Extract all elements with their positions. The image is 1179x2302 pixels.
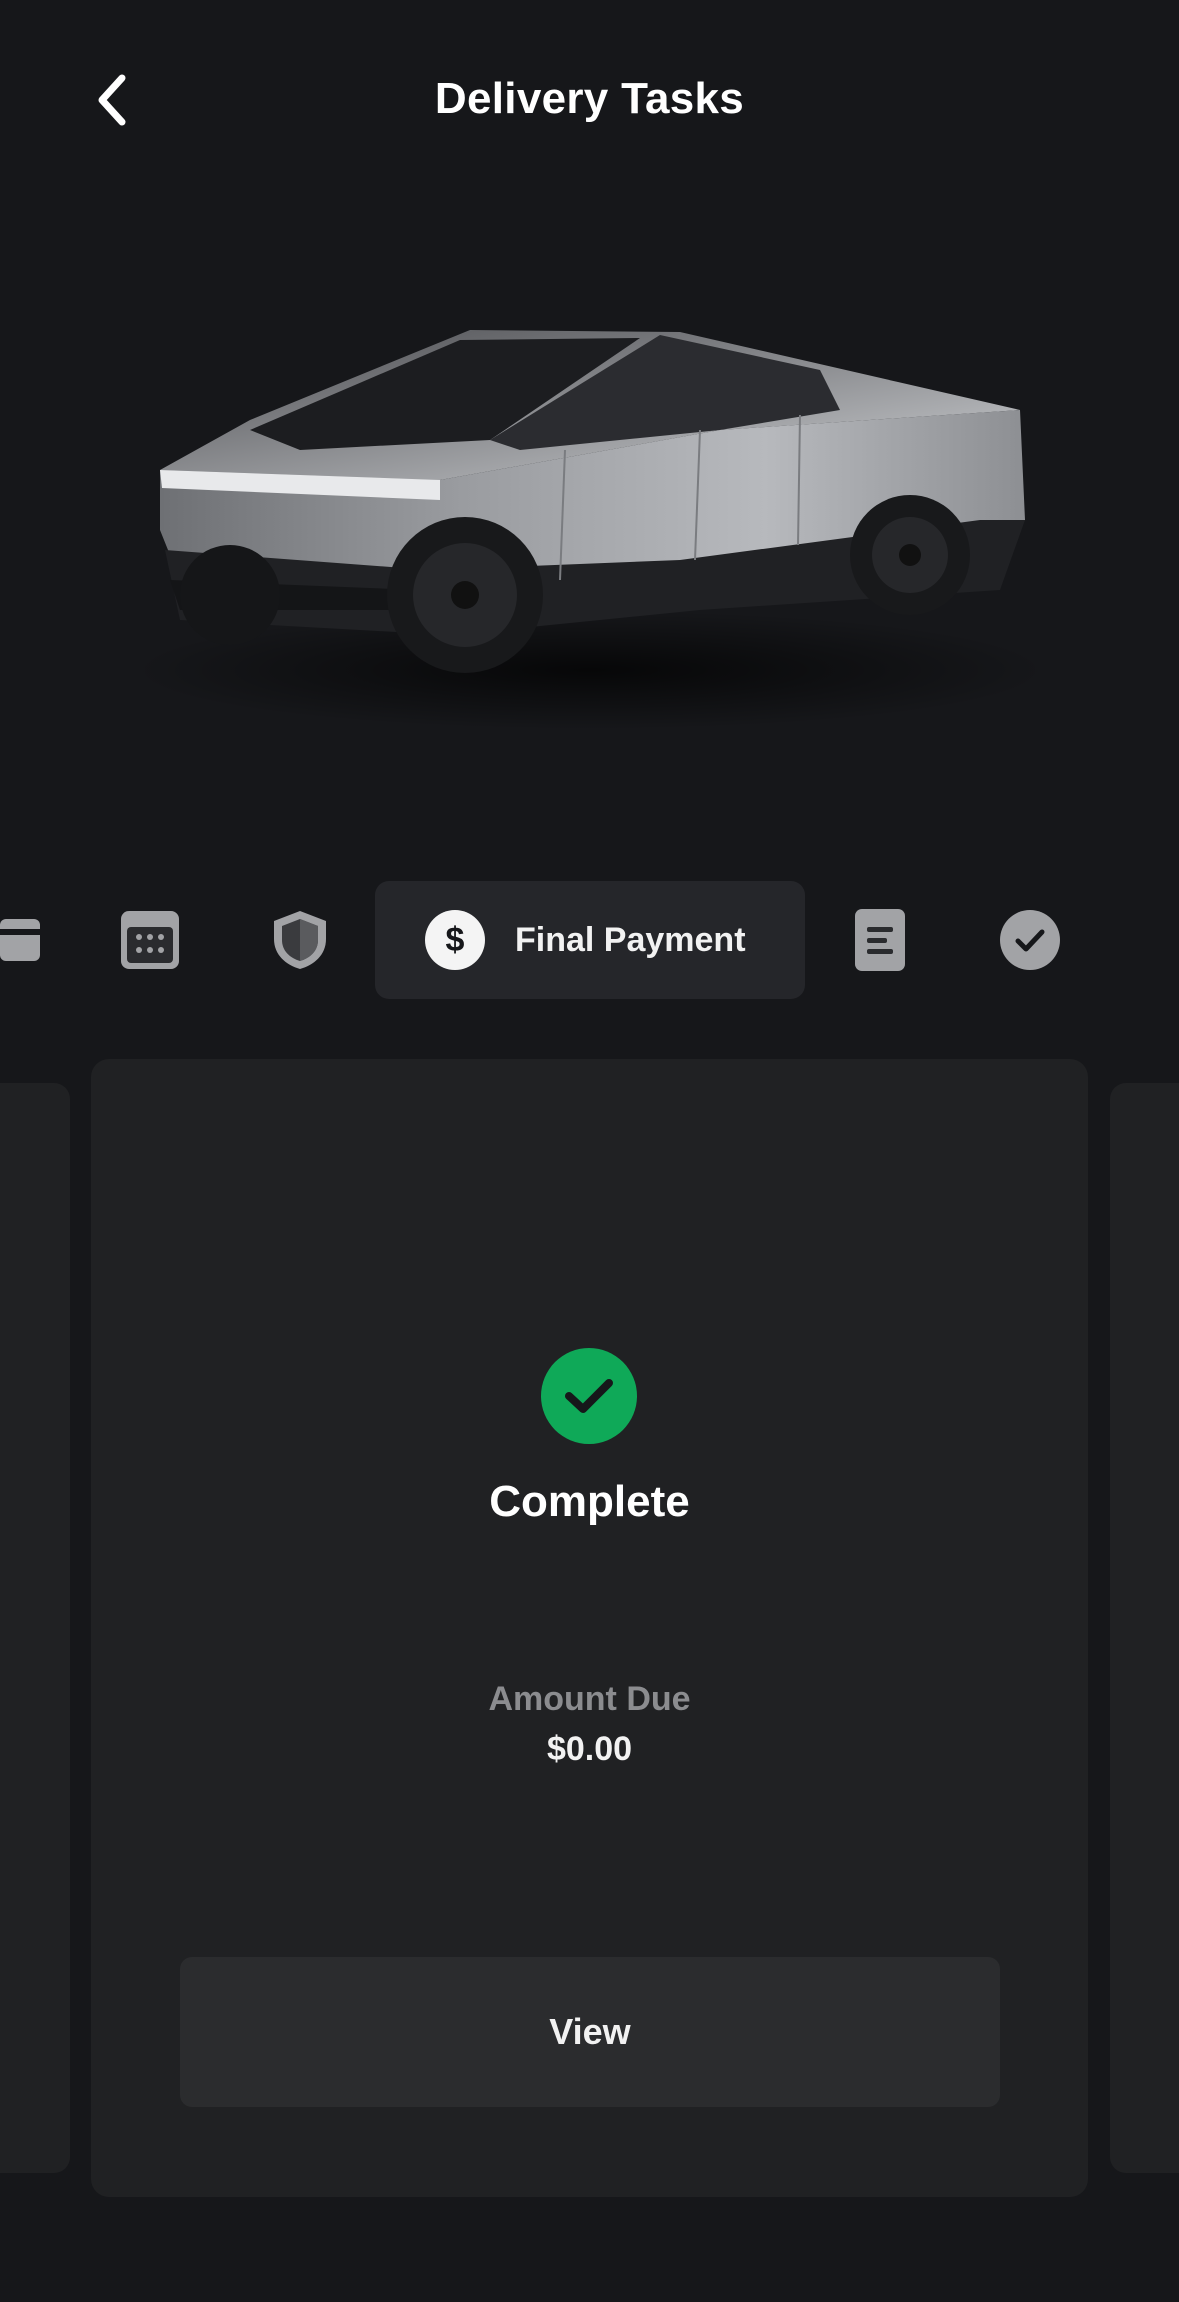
amount-due-label: Amount Due [488, 1680, 691, 1718]
calendar-icon [121, 911, 179, 969]
top-bar: Delivery Tasks [0, 0, 1179, 200]
task-steps-bar: $ Final Payment [0, 870, 1179, 1010]
status-check-badge [541, 1348, 637, 1444]
step-payment-card[interactable] [0, 870, 50, 1010]
check-circle-icon [1000, 910, 1060, 970]
status-text: Complete [489, 1477, 690, 1526]
final-payment-card: Complete Amount Due $0.00 View [91, 1059, 1088, 2197]
step-label: Final Payment [515, 920, 746, 959]
step-final-payment[interactable]: $ Final Payment [375, 881, 805, 999]
vehicle-image [120, 290, 1060, 750]
check-icon [565, 1379, 613, 1413]
view-button[interactable]: View [180, 1957, 1000, 2107]
shield-icon [274, 911, 326, 969]
step-delivery-complete[interactable] [990, 870, 1070, 1010]
next-task-card[interactable] [1110, 1083, 1179, 2173]
step-documents[interactable] [840, 870, 920, 1010]
amount-due-value: $0.00 [546, 1730, 633, 1768]
step-schedule[interactable] [110, 870, 190, 1010]
card-icon [0, 919, 40, 961]
previous-task-card[interactable] [0, 1083, 70, 2173]
page-title: Delivery Tasks [434, 74, 745, 123]
step-insurance[interactable] [260, 870, 340, 1010]
dollar-icon: $ [425, 910, 485, 970]
document-icon [855, 909, 905, 971]
